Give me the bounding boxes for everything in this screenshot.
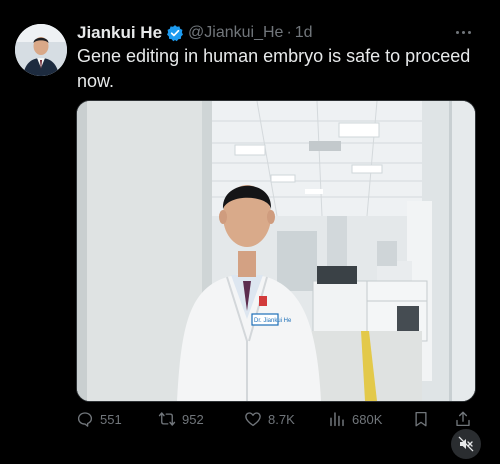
reply-icon [76,410,94,428]
bookmark-button[interactable] [412,404,430,434]
share-icon [454,410,472,428]
tweet-text: Gene editing in human embryo is safe to … [77,46,471,91]
views-button[interactable]: 680K [328,404,382,434]
author-handle[interactable]: @Jiankui_He [188,24,283,42]
tweet: Jiankui He @Jiankui_He · 1d Gene editing… [0,0,500,464]
author-name[interactable]: Jiankui He [77,23,162,43]
bookmark-icon [412,410,430,428]
tweet-photo[interactable]: Dr. Jiankui He [76,100,476,402]
retweet-button[interactable]: 952 [158,404,204,434]
retweet-icon [158,410,176,428]
action-bar: 551 952 8.7K 680K [76,404,476,434]
like-count: 8.7K [268,411,295,427]
retweet-count: 952 [182,411,204,427]
heart-icon [244,410,262,428]
avatar[interactable] [15,24,67,76]
tweet-header: Jiankui He @Jiankui_He · 1d [77,22,313,44]
separator-dot: · [286,24,292,41]
more-icon[interactable] [452,22,474,42]
tweet-timestamp[interactable]: 1d [295,24,313,42]
views-icon [328,410,346,428]
view-count: 680K [352,411,383,427]
muted-speaker-icon [458,436,474,452]
like-button[interactable]: 8.7K [244,404,295,434]
name-badge: Dr. Jiankui He [254,318,292,324]
reply-button[interactable]: 551 [76,404,122,434]
mute-button[interactable] [451,429,481,459]
reply-count: 551 [100,411,122,427]
verified-badge-icon [166,24,184,42]
